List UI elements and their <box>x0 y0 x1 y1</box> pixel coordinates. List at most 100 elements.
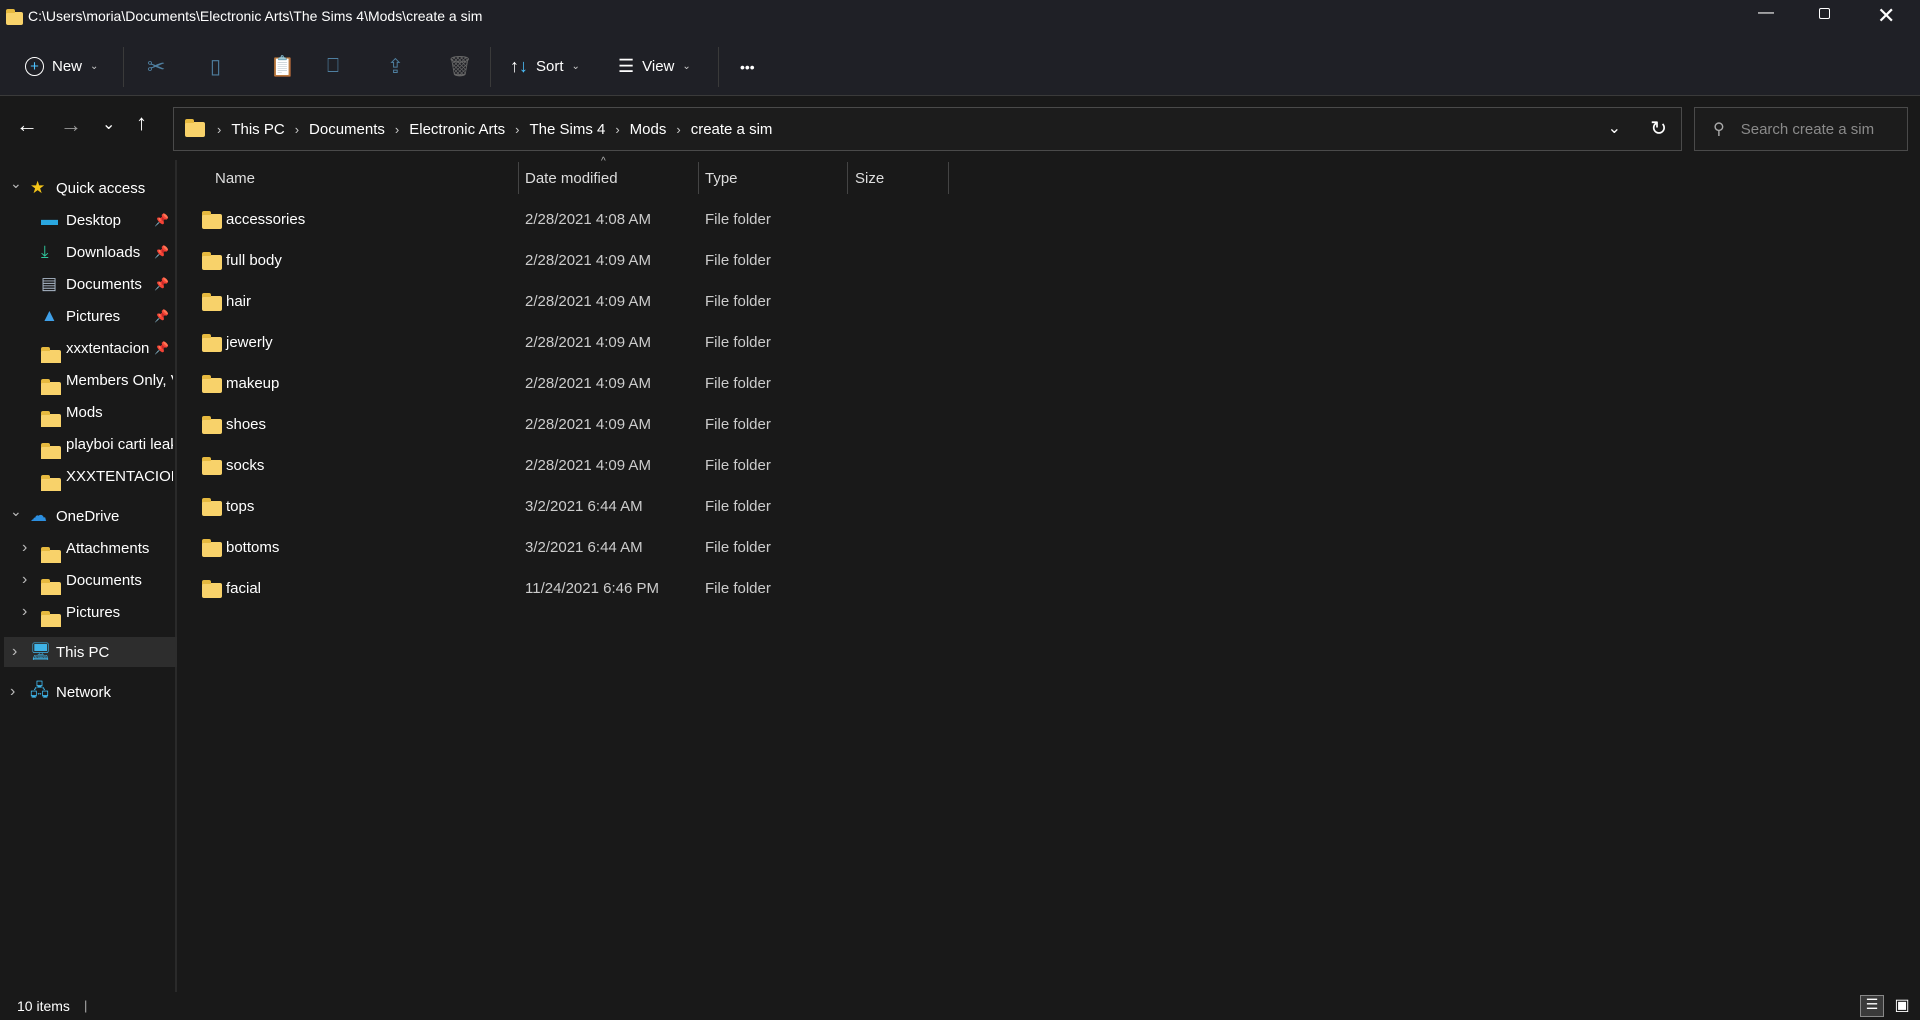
paste-button[interactable]: 📋 <box>270 37 295 96</box>
file-row[interactable]: shoes 2/28/2021 4:09 AM File folder <box>190 407 950 443</box>
folder-icon <box>202 580 222 598</box>
crumb-documents[interactable]: Documents <box>309 121 385 138</box>
folder-icon <box>185 118 205 137</box>
file-row[interactable]: facial 11/24/2021 6:46 PM File folder <box>190 571 950 607</box>
new-button[interactable]: + New ⌄ <box>25 37 98 96</box>
address-dropdown-button[interactable]: ⌄ <box>1608 118 1621 138</box>
crumb-this-pc[interactable]: This PC <box>231 121 284 138</box>
chevron-down-icon[interactable]: ⌄ <box>10 175 22 192</box>
minimize-button[interactable]: — <box>1758 4 1774 22</box>
chevron-right-icon[interactable]: › <box>12 643 17 661</box>
cloud-icon: ☁ <box>30 506 47 525</box>
file-row[interactable]: socks 2/28/2021 4:09 AM File folder <box>190 448 950 484</box>
sidebar-item-downloads[interactable]: ⤓ Downloads 📌 <box>0 237 173 267</box>
share-icon: ⇪ <box>387 56 404 78</box>
sidebar-item-mods[interactable]: Mods <box>0 397 173 427</box>
crumb-create-a-sim[interactable]: create a sim <box>691 121 773 138</box>
sidebar-this-pc[interactable]: › 🖥 This PC <box>4 637 177 667</box>
column-divider[interactable] <box>948 162 949 194</box>
sidebar-item-documents[interactable]: ▤ Documents 📌 <box>0 269 173 299</box>
search-box[interactable]: ⚲ Search create a sim <box>1694 107 1908 151</box>
pictures-icon: ▲ <box>41 306 58 325</box>
sidebar-quick-access[interactable]: ⌄ ★ Quick access <box>0 173 173 203</box>
document-icon: ▤ <box>41 274 58 293</box>
file-row[interactable]: bottoms 3/2/2021 6:44 AM File folder <box>190 530 950 566</box>
file-date: 3/2/2021 6:44 AM <box>525 539 643 556</box>
file-row[interactable]: hair 2/28/2021 4:09 AM File folder <box>190 284 950 320</box>
cut-button[interactable]: ✂ <box>147 37 165 96</box>
new-label: New <box>52 58 83 75</box>
chevron-down-icon: ⌄ <box>571 61 580 72</box>
item-count: 10 items <box>17 998 70 1014</box>
sidebar-item-members-only-vol-4[interactable]: Members Only, Vol. 4 <box>0 365 173 395</box>
up-button[interactable]: ↑ <box>136 110 147 136</box>
folder-icon <box>41 474 61 491</box>
file-type: File folder <box>705 375 771 392</box>
close-button[interactable]: ✕ <box>1877 3 1895 29</box>
sidebar-network[interactable]: › 🖧 Network <box>0 677 173 707</box>
copy-button[interactable]: ▯ <box>210 37 221 96</box>
recent-locations-button[interactable]: ⌄ <box>102 114 115 134</box>
chevron-right-icon[interactable]: › <box>22 603 27 621</box>
column-header-size[interactable]: Size <box>855 160 884 196</box>
column-divider[interactable] <box>847 162 848 194</box>
crumb-electronic-arts[interactable]: Electronic Arts <box>409 121 505 138</box>
sidebar-item-playboi-carti-leaks[interactable]: playboi carti leaks <box>0 429 173 459</box>
back-button[interactable]: ← <box>16 112 38 138</box>
refresh-button[interactable]: ↻ <box>1650 116 1667 141</box>
chevron-right-icon[interactable]: › <box>10 683 15 701</box>
restore-button[interactable] <box>1819 8 1830 19</box>
crumb-the-sims-4[interactable]: The Sims 4 <box>529 121 605 138</box>
sidebar-item-label: XXXTENTACION <box>66 467 173 485</box>
forward-button[interactable]: → <box>60 112 82 138</box>
column-header-type[interactable]: Type <box>705 160 738 196</box>
column-divider[interactable] <box>518 162 519 194</box>
share-button[interactable]: ⇪ <box>387 37 404 96</box>
file-name: full body <box>226 252 282 269</box>
sidebar-item-pictures[interactable]: ▲ Pictures 📌 <box>0 301 173 331</box>
column-divider[interactable] <box>698 162 699 194</box>
details-view-button[interactable]: ☰ <box>1860 995 1884 1017</box>
sort-ascending-icon: ^ <box>601 156 606 167</box>
file-type: File folder <box>705 580 771 597</box>
command-bar: + New ⌄ ✂ ▯ 📋 ⎕ ⇪ 🗑 ↑↓ Sort ⌄ ☰ View ⌄ •… <box>0 37 1920 96</box>
chevron-right-icon[interactable]: › <box>22 539 27 557</box>
sidebar-item-label: Members Only, Vol. 4 <box>66 371 173 389</box>
address-bar[interactable]: › This PC › Documents › Electronic Arts › T… <box>173 107 1682 151</box>
column-header-name[interactable]: Name <box>215 160 255 196</box>
chevron-right-icon[interactable]: › <box>22 571 27 589</box>
sidebar-item-label: Pictures <box>66 307 121 325</box>
rename-button[interactable]: ⎕ <box>327 37 339 96</box>
file-name: bottoms <box>226 539 280 556</box>
sidebar-onedrive[interactable]: ⌄ ☁ OneDrive <box>0 501 173 531</box>
sort-button[interactable]: ↑↓ Sort ⌄ <box>510 37 580 96</box>
sidebar-onedrive-pictures[interactable]: › Pictures <box>0 597 173 627</box>
file-row[interactable]: makeup 2/28/2021 4:09 AM File folder <box>190 366 950 402</box>
delete-button[interactable]: 🗑 <box>447 37 472 96</box>
sidebar-item-desktop[interactable]: ▬ Desktop 📌 <box>0 205 173 235</box>
rename-icon: ⎕ <box>327 55 339 77</box>
search-input[interactable]: Search create a sim <box>1741 121 1874 138</box>
more-options-button[interactable]: ••• <box>740 37 755 96</box>
view-button[interactable]: ☰ View ⌄ <box>618 37 691 96</box>
tiles-view-button[interactable]: ▣ <box>1890 995 1914 1017</box>
chevron-down-icon[interactable]: ⌄ <box>10 503 22 520</box>
sidebar-onedrive-documents[interactable]: › Documents <box>0 565 173 595</box>
file-row[interactable]: accessories 2/28/2021 4:08 AM File folder <box>190 202 950 238</box>
file-type: File folder <box>705 252 771 269</box>
file-row[interactable]: jewerly 2/28/2021 4:09 AM File folder <box>190 325 950 361</box>
chevron-right-icon: › <box>294 121 300 137</box>
folder-icon <box>202 498 222 516</box>
folder-icon <box>41 546 61 563</box>
folder-icon <box>202 293 222 311</box>
sidebar-item-xxxtentacion[interactable]: xxxtentacion 📌 <box>0 333 173 363</box>
crumb-mods[interactable]: Mods <box>630 121 667 138</box>
file-row[interactable]: full body 2/28/2021 4:09 AM File folder <box>190 243 950 279</box>
file-name: facial <box>226 580 262 597</box>
plus-circle-icon: + <box>25 57 44 76</box>
sidebar-onedrive-attachments[interactable]: › Attachments <box>0 533 173 563</box>
sidebar-item-xxxtentacion[interactable]: XXXTENTACION <box>0 461 173 491</box>
file-row[interactable]: tops 3/2/2021 6:44 AM File folder <box>190 489 950 525</box>
divider <box>490 47 491 87</box>
file-date: 3/2/2021 6:44 AM <box>525 498 643 515</box>
